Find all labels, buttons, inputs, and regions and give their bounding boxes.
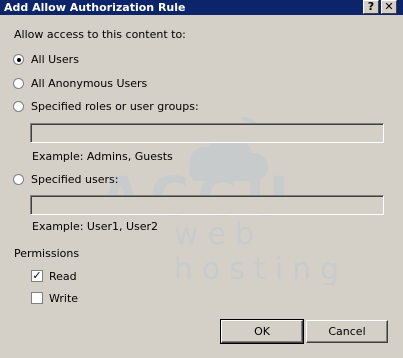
radio-label: All Users [31, 53, 79, 66]
radio-button[interactable] [13, 174, 24, 185]
radio-label: Specified users: [31, 173, 119, 186]
add-allow-authorization-rule-dialog: Add Allow Authorization Rule ? ✕ ACCU we… [0, 0, 403, 358]
read-checkbox[interactable]: ✓ [31, 270, 43, 282]
roles-example: Example: Admins, Guests [32, 150, 173, 163]
permissions-heading: Permissions [14, 247, 80, 260]
read-label: Read [49, 270, 77, 283]
roles-input[interactable] [30, 123, 384, 143]
radio-label: All Anonymous Users [31, 77, 148, 90]
access-prompt: Allow access to this content to: [14, 28, 186, 41]
write-label: Write [49, 292, 79, 305]
ok-button[interactable]: OK [220, 319, 304, 344]
radio-button[interactable] [13, 54, 24, 65]
radio-button[interactable] [13, 78, 24, 89]
help-button[interactable]: ? [363, 0, 379, 14]
watermark-tagline: web hosting [174, 217, 349, 287]
users-example: Example: User1, User2 [32, 220, 159, 233]
close-icon: ✕ [384, 0, 394, 13]
write-checkbox[interactable] [31, 292, 43, 304]
write-checkbox-row[interactable]: Write [31, 292, 111, 306]
radio-selected-dot [16, 57, 21, 62]
radio-button[interactable] [13, 101, 24, 112]
read-checkbox-row[interactable]: ✓ Read [31, 270, 111, 284]
title-bar: Add Allow Authorization Rule ? ✕ [0, 0, 403, 15]
help-icon: ? [367, 0, 375, 13]
window-title: Add Allow Authorization Rule [4, 1, 186, 14]
cancel-button[interactable]: Cancel [306, 320, 388, 343]
radio-label: Specified roles or user groups: [31, 100, 199, 113]
close-button[interactable]: ✕ [381, 0, 397, 14]
users-input[interactable] [30, 195, 384, 215]
